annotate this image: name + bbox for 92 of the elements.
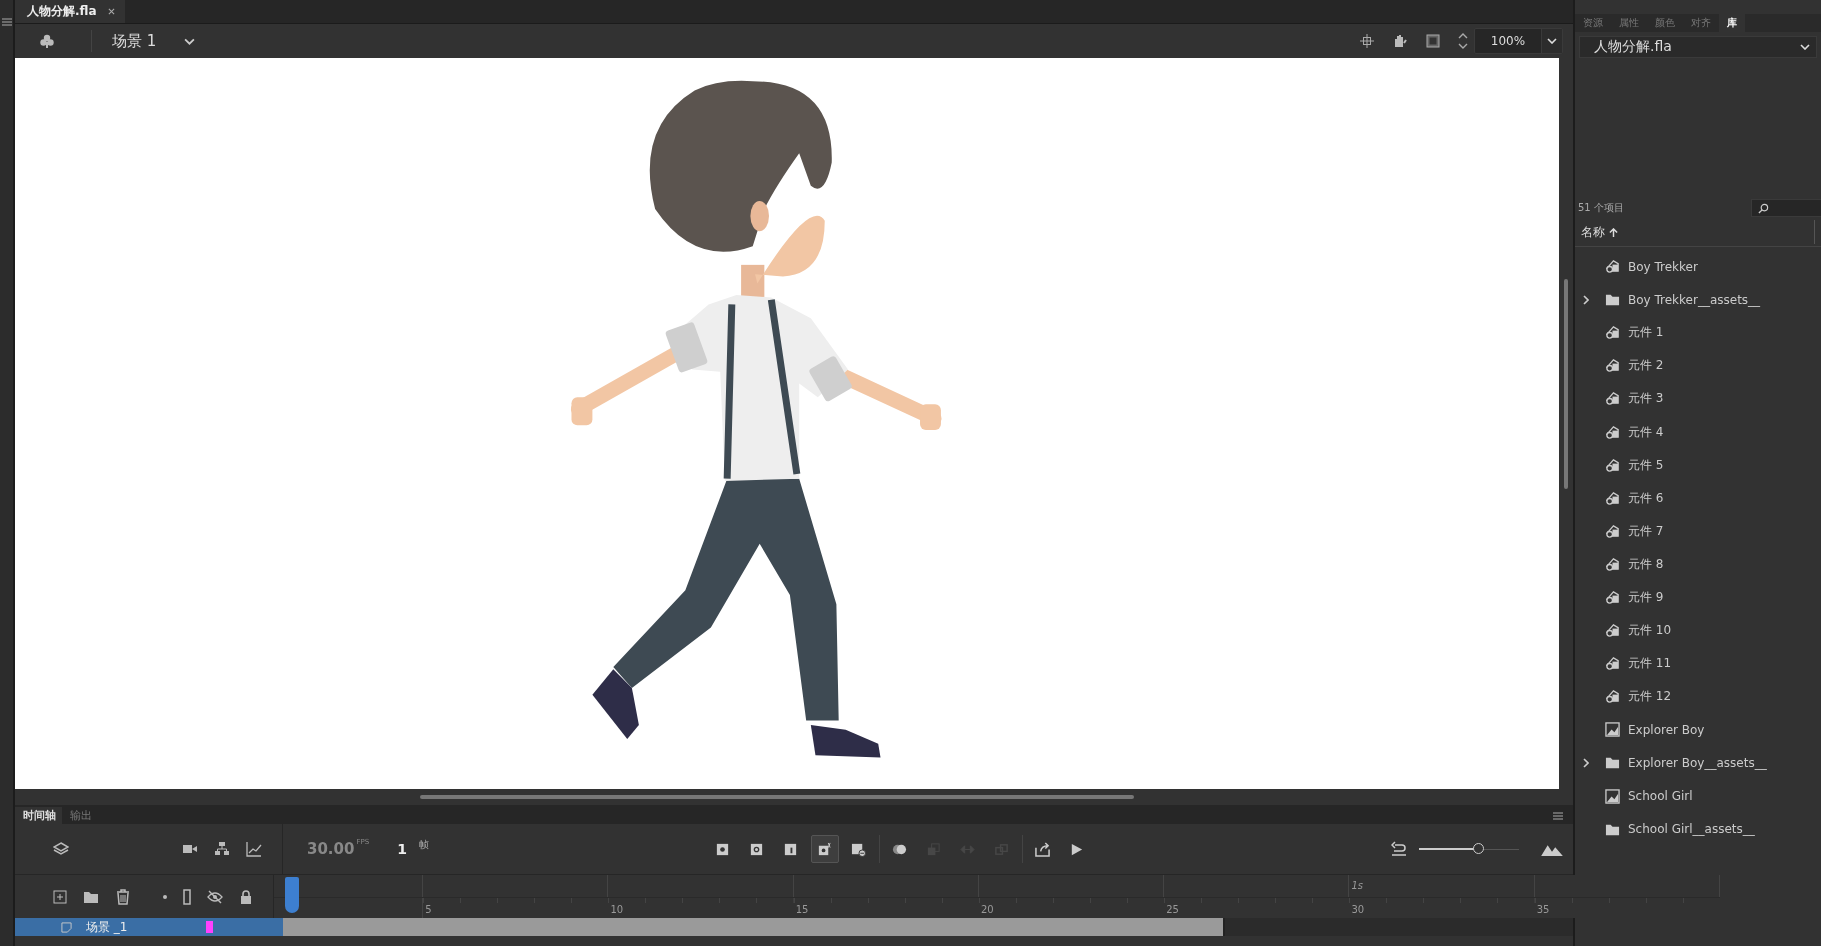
hierarchy-icon[interactable] [214, 841, 230, 857]
clip-frame-icon[interactable] [1426, 34, 1440, 48]
mountains-icon[interactable] [1541, 842, 1563, 856]
symbol-icon [1605, 358, 1620, 374]
frame-number: 20 [980, 904, 994, 915]
undo-icon[interactable] [1391, 841, 1407, 857]
symbol-icon [1605, 325, 1620, 341]
chevron-down-icon[interactable] [1547, 38, 1557, 44]
library-item[interactable]: Explorer Boy [1575, 713, 1821, 747]
fps-value[interactable]: 30.00 [307, 840, 355, 858]
search-icon [1758, 202, 1769, 214]
panel-tab[interactable]: 时间轴 [15, 807, 62, 824]
frame-unit: 帧 [418, 838, 429, 852]
chevron-right-icon[interactable] [1583, 757, 1589, 768]
time-marker: 1s [1350, 880, 1363, 891]
frame-number[interactable]: 1 [397, 841, 407, 857]
trash-icon[interactable] [115, 888, 131, 905]
lock-icon[interactable] [239, 889, 253, 904]
search-field[interactable] [1751, 199, 1821, 217]
stepper-icon[interactable] [1458, 32, 1468, 50]
chevron-down-icon[interactable] [184, 37, 196, 45]
hand-icon[interactable] [1392, 33, 1408, 49]
library-item[interactable]: 元件 1 [1575, 316, 1821, 350]
layer-color-swatch[interactable] [206, 921, 213, 933]
club-icon[interactable] [39, 33, 55, 49]
library-item[interactable]: 元件 4 [1575, 415, 1821, 449]
folder-icon [1605, 755, 1620, 771]
eye-slash-icon[interactable] [207, 888, 223, 905]
frame-number: 5 [425, 904, 432, 915]
layers-icon[interactable] [53, 841, 69, 857]
library-item[interactable]: Boy Trekker__assets__ [1575, 283, 1821, 317]
chevron-right-icon[interactable] [1583, 294, 1589, 305]
clip-icon [1605, 788, 1620, 804]
library-item[interactable]: 元件 11 [1575, 647, 1821, 681]
frame-number: 15 [795, 904, 809, 915]
scrollbar[interactable] [1564, 279, 1568, 489]
folder-icon [1605, 292, 1620, 308]
symbol-icon [1605, 457, 1620, 473]
frame-number: 25 [1166, 904, 1179, 915]
playhead[interactable] [285, 877, 299, 913]
symbol-icon [1605, 424, 1620, 440]
symbol-icon [1605, 689, 1620, 705]
symbol-icon [1605, 656, 1620, 672]
menu-icon[interactable] [1, 18, 12, 26]
library-item[interactable]: 元件 12 [1575, 680, 1821, 714]
library-item[interactable]: 元件 6 [1575, 481, 1821, 515]
item-count: 51 个项目 [1578, 201, 1624, 215]
symbol-icon [1605, 523, 1620, 539]
document-tab[interactable]: 人物分解.fla [15, 0, 125, 23]
library-item[interactable]: 元件 2 [1575, 349, 1821, 383]
chevron-down-icon[interactable] [1800, 44, 1810, 50]
library-dropdown[interactable]: 人物分解.fla [1579, 36, 1817, 58]
column-header[interactable]: 名称 [1581, 223, 1605, 241]
symbol-icon [1605, 391, 1620, 407]
library-item[interactable]: 元件 7 [1575, 514, 1821, 548]
layer-row[interactable]: 场景 _1 [15, 918, 283, 936]
symbol-icon [1605, 590, 1620, 605]
library-item[interactable]: 元件 5 [1575, 448, 1821, 482]
crosshair-icon[interactable] [1360, 34, 1374, 48]
panel-tab[interactable]: 库 [1719, 14, 1745, 32]
graph-icon[interactable] [246, 841, 262, 857]
outline-icon[interactable] [183, 888, 191, 905]
library-item[interactable]: Boy Trekker [1575, 250, 1821, 284]
frame-number: 35 [1536, 904, 1550, 915]
zoom-field[interactable]: 100% [1474, 28, 1563, 54]
add-layer-icon[interactable] [53, 889, 67, 904]
frame-number: 10 [610, 904, 624, 915]
symbol-icon [1605, 623, 1620, 639]
library-item[interactable]: 元件 8 [1575, 547, 1821, 581]
library-item[interactable]: School Girl__assets__ [1575, 812, 1821, 846]
frame-number: 30 [1351, 904, 1365, 915]
frame-ruler[interactable]: 1s 5 10 15 20 25 30 35 [274, 875, 1720, 918]
symbol-icon [1605, 490, 1620, 506]
close-icon[interactable] [107, 8, 115, 15]
menu-icon[interactable] [1553, 811, 1563, 820]
slider-thumb[interactable] [1473, 843, 1484, 854]
library-item[interactable]: 元件 10 [1575, 614, 1821, 648]
clip-icon [1605, 722, 1620, 738]
library-item[interactable]: School Girl [1575, 779, 1821, 813]
layer-icon [61, 921, 72, 933]
layer-name: 场景 _1 [86, 918, 129, 936]
library-item[interactable]: 元件 9 [1575, 580, 1821, 615]
keyframe-icon[interactable] [810, 835, 839, 863]
scrollbar[interactable] [420, 795, 1134, 799]
dot-icon[interactable] [163, 894, 167, 899]
library-item[interactable]: Explorer Boy__assets__ [1575, 746, 1821, 780]
sort-arrow-icon[interactable] [1609, 227, 1618, 237]
library-item[interactable]: 元件 3 [1575, 382, 1821, 416]
symbol-icon [1605, 556, 1620, 572]
symbol-icon [1605, 259, 1620, 275]
panel-tab[interactable]: 输出 [62, 807, 98, 824]
scene-name: 场景 1 [112, 31, 157, 51]
